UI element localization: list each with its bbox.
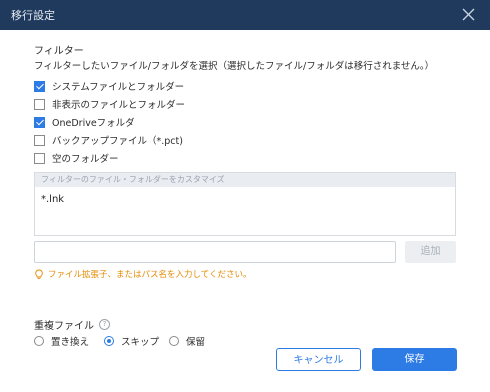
lightbulb-icon — [35, 269, 43, 279]
hint-text: ファイル拡張子、またはパス名を入力してください。 — [48, 270, 252, 280]
radio-button[interactable] — [104, 336, 114, 346]
title-bar: 移行設定 — [0, 0, 490, 30]
option-onedrive[interactable]: OneDriveフォルダ — [34, 115, 135, 129]
checkbox-system-files[interactable] — [34, 80, 45, 92]
option-system-files[interactable]: システムファイルとフォルダー — [34, 79, 184, 93]
custom-filter-header: フィルターのファイル・フォルダーをカスタマイズ — [35, 173, 455, 187]
option-label: システムファイルとフォルダー — [52, 82, 185, 93]
checkbox-backup-files[interactable] — [34, 134, 45, 146]
add-button[interactable]: 追加 — [405, 241, 456, 263]
option-empty-folders[interactable]: 空のフォルダー — [34, 151, 119, 165]
filter-section-title: フィルター — [34, 46, 84, 57]
radio-label: 保留 — [186, 337, 206, 348]
option-hidden-files[interactable]: 非表示のファイルとフォルダー — [34, 97, 185, 111]
duplicate-title: 重複ファイル — [34, 321, 94, 332]
radio-label: スキップ — [121, 337, 160, 348]
extension-input[interactable] — [34, 241, 396, 263]
radio-keep[interactable]: 保留 — [169, 334, 205, 348]
radio-button[interactable] — [169, 336, 179, 346]
option-label: 非表示のファイルとフォルダー — [52, 100, 186, 111]
custom-filter-entry[interactable]: *.lnk — [41, 194, 64, 205]
radio-skip[interactable]: スキップ — [104, 334, 159, 348]
option-label: 空のフォルダー — [52, 154, 119, 165]
close-icon[interactable] — [460, 6, 477, 23]
checkbox-hidden-files[interactable] — [34, 98, 45, 110]
cancel-button[interactable]: キャンセル — [276, 348, 361, 371]
checkbox-empty-folders[interactable] — [34, 152, 45, 164]
radio-button[interactable] — [34, 336, 44, 346]
save-button[interactable]: 保存 — [372, 348, 457, 371]
window-title: 移行設定 — [11, 9, 55, 22]
duplicate-section: 重複ファイル ? — [34, 317, 110, 332]
filter-description: フィルターしたいファイル/フォルダを選択（選択したファイル/フォルダは移行されま… — [34, 61, 435, 72]
hint-message: ファイル拡張子、またはパス名を入力してください。 — [34, 268, 252, 280]
radio-replace[interactable]: 置き換え — [34, 334, 89, 348]
option-backup-files[interactable]: バックアップファイル（*.pct) — [34, 133, 183, 147]
radio-label: 置き換え — [51, 337, 90, 348]
help-icon[interactable]: ? — [99, 319, 110, 330]
checkbox-onedrive[interactable] — [34, 116, 45, 128]
option-label: OneDriveフォルダ — [52, 118, 135, 129]
option-label: バックアップファイル（*.pct) — [52, 136, 183, 147]
custom-filter-list[interactable]: フィルターのファイル・フォルダーをカスタマイズ *.lnk — [34, 172, 456, 236]
